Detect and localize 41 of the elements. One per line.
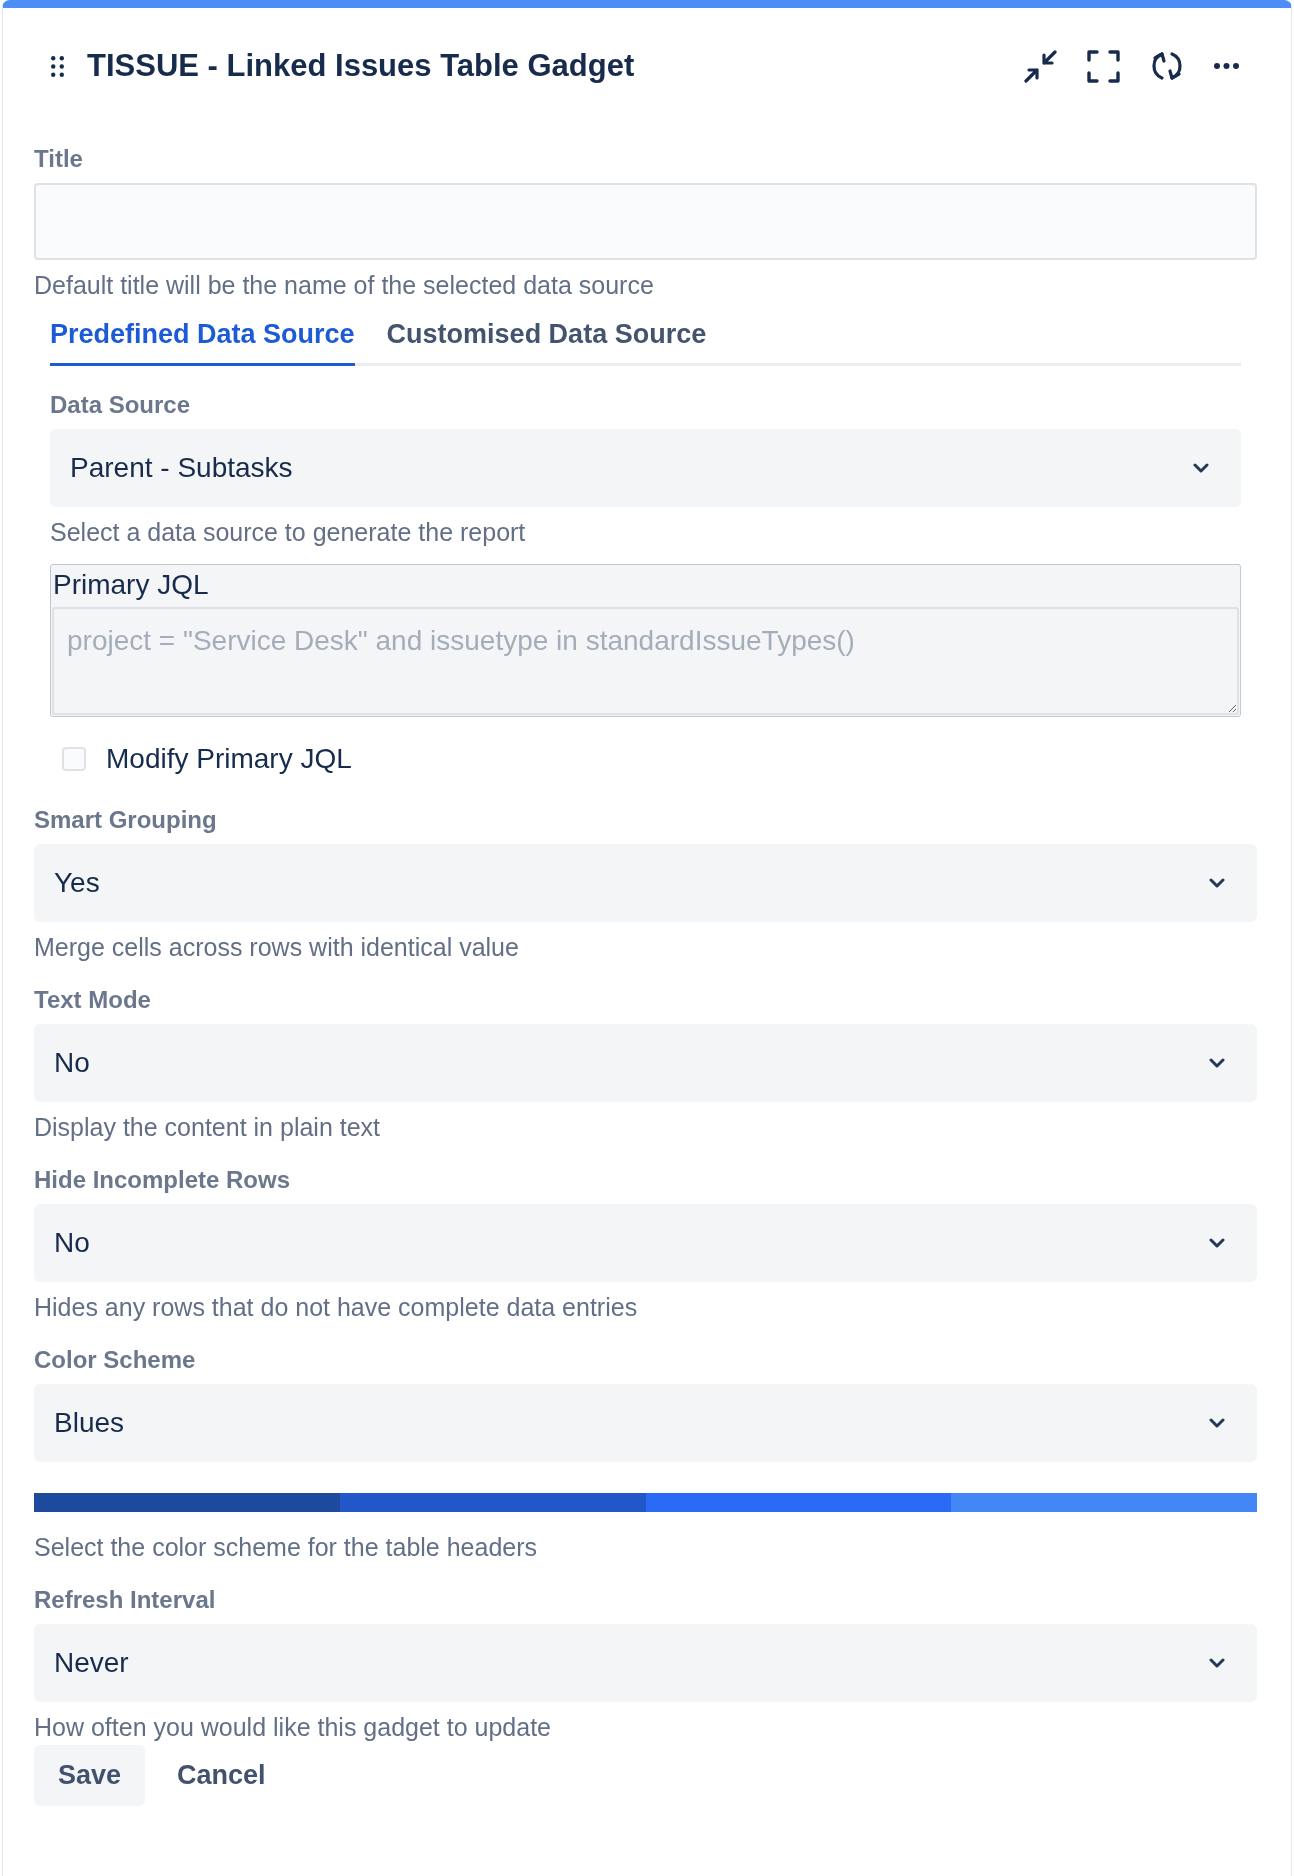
minimize-icon[interactable] <box>1024 49 1057 83</box>
modify-jql-checkbox[interactable] <box>62 747 86 771</box>
field-label: Smart Grouping <box>34 805 218 835</box>
chevron-down-icon <box>1209 1658 1225 1668</box>
title-input[interactable] <box>34 183 1257 260</box>
cancel-button[interactable]: Cancel <box>153 1745 290 1806</box>
field-hint: Default title will be the name of the selected data source <box>34 270 655 300</box>
field-hint: Display the content in plain text <box>34 1112 382 1142</box>
field-hint: Hides any rows that do not have complete data entries <box>34 1292 639 1322</box>
tab[interactable]: Customised Data Source <box>386 317 707 366</box>
setting-select[interactable]: Never <box>34 1624 1257 1702</box>
fullscreen-icon[interactable] <box>1087 49 1120 83</box>
field-label: Color Scheme <box>34 1345 197 1375</box>
field-hint: Select the color scheme for the table headers <box>34 1532 539 1562</box>
chevron-down-icon <box>1209 878 1225 888</box>
field-hint: Merge cells across rows with identical value <box>34 932 520 962</box>
setting-select[interactable]: Yes <box>34 844 1257 922</box>
tab[interactable]: Predefined Data Source <box>50 317 355 366</box>
chevron-down-icon <box>1193 463 1209 473</box>
field-hint: How often you would like this gadget to update <box>34 1712 552 1742</box>
checkbox-label[interactable]: Modify Primary JQL <box>106 742 352 776</box>
field-label: Text Mode <box>34 985 152 1015</box>
refresh-icon[interactable] <box>1150 49 1184 83</box>
jql-label: Primary JQL <box>53 569 210 601</box>
setting-select[interactable]: Blues <box>34 1384 1257 1462</box>
field-label: Title <box>34 144 84 174</box>
jql-textarea[interactable]: project = "Service Desk" and issuetype in standardIssueTypes() <box>52 607 1239 715</box>
setting-select[interactable]: No <box>34 1204 1257 1282</box>
data-source-select[interactable]: Parent - Subtasks <box>50 429 1241 507</box>
setting-select[interactable]: No <box>34 1024 1257 1102</box>
field-label: Hide Incomplete Rows <box>34 1165 292 1195</box>
field-label: Data Source <box>50 390 192 420</box>
drag-handle-icon[interactable] <box>51 55 64 77</box>
chevron-down-icon <box>1209 1418 1225 1428</box>
chevron-down-icon <box>1209 1238 1225 1248</box>
field-label: Refresh Interval <box>34 1585 217 1615</box>
gadget-title: TISSUE - Linked Issues Table Gadget <box>87 47 636 85</box>
more-icon[interactable] <box>1214 63 1239 69</box>
field-hint: Select a data source to generate the report <box>50 517 527 547</box>
chevron-down-icon <box>1209 1058 1225 1068</box>
save-button[interactable]: Save <box>34 1745 146 1806</box>
